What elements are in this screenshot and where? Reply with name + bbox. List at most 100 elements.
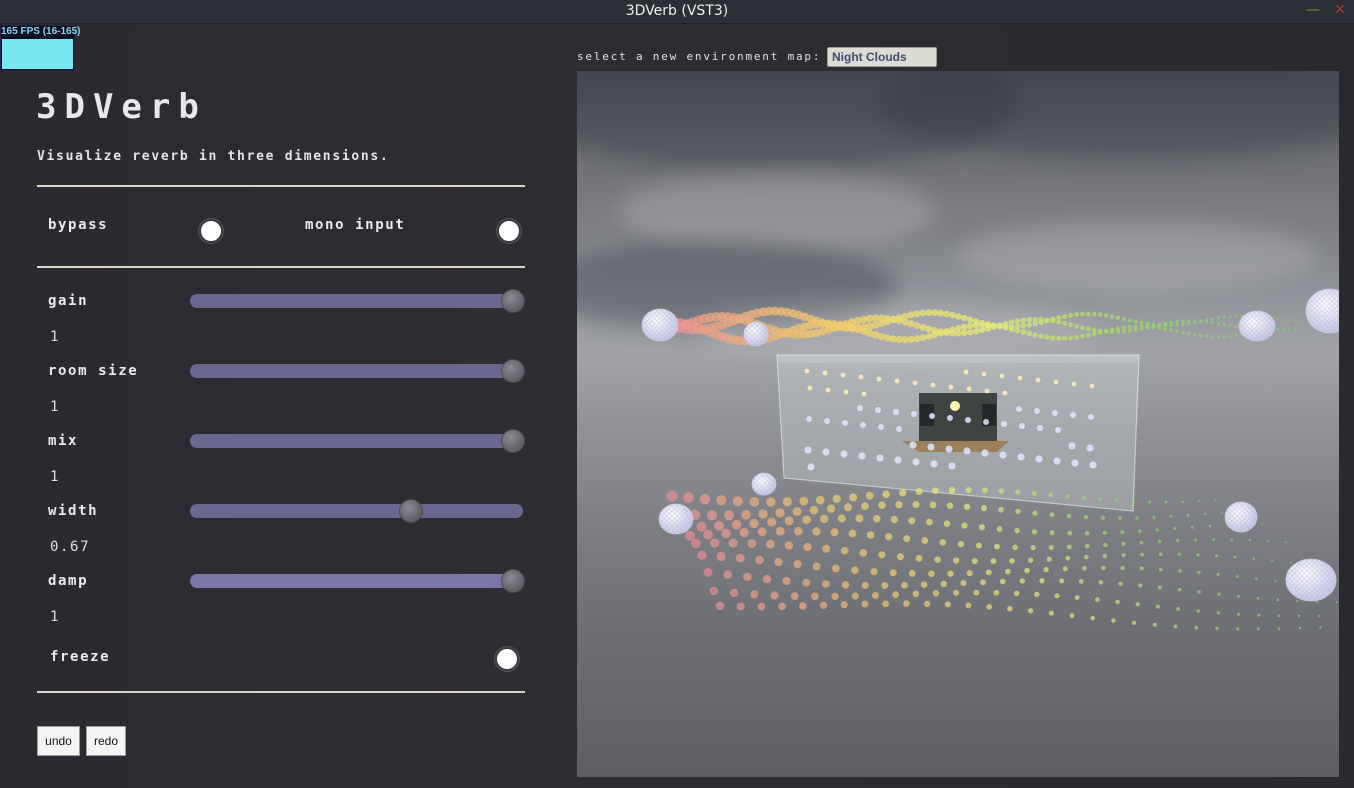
close-icon[interactable]: ✕ — [1334, 2, 1346, 18]
particle — [843, 503, 853, 512]
particle — [1114, 498, 1119, 503]
particle — [1053, 379, 1059, 385]
particle — [1152, 515, 1156, 520]
particle — [1121, 316, 1127, 322]
slider-thumb[interactable] — [501, 429, 525, 453]
particle — [1338, 614, 1339, 617]
particle — [860, 422, 866, 428]
redo-button[interactable]: redo — [86, 726, 126, 756]
particle — [1133, 324, 1138, 329]
particle — [724, 510, 734, 521]
particle — [1234, 314, 1238, 318]
particle — [1220, 511, 1224, 514]
particle — [706, 510, 718, 521]
mesh-sphere-wireframe — [744, 322, 768, 346]
particle — [1157, 539, 1162, 544]
particle — [1008, 319, 1015, 326]
particle — [957, 540, 965, 548]
particle — [857, 405, 863, 411]
slider-thumb[interactable] — [399, 499, 424, 523]
particle — [882, 490, 890, 498]
particle — [1163, 321, 1168, 326]
room-size-slider[interactable] — [190, 359, 525, 383]
particle — [1228, 324, 1232, 328]
particle — [1080, 325, 1085, 331]
particle — [1197, 590, 1201, 594]
particle — [1135, 602, 1140, 607]
particle — [851, 566, 859, 574]
particle — [1186, 513, 1190, 517]
particle — [876, 376, 882, 382]
particle — [1017, 375, 1023, 381]
particle — [858, 452, 866, 460]
particle — [1193, 333, 1197, 337]
slider-thumb[interactable] — [501, 569, 525, 593]
particle — [729, 588, 739, 598]
slider-thumb[interactable] — [501, 359, 525, 383]
particle — [1074, 323, 1080, 329]
width-slider[interactable] — [190, 499, 523, 523]
width-value: 0.67 — [50, 539, 91, 555]
particle — [1074, 334, 1080, 340]
particle — [1044, 334, 1050, 340]
particle — [1031, 490, 1037, 496]
particle — [790, 592, 799, 601]
particle — [961, 323, 968, 331]
slider-thumb[interactable] — [501, 289, 525, 313]
particle — [1163, 327, 1168, 331]
particle — [728, 538, 738, 548]
particle — [1228, 314, 1232, 318]
particle — [1115, 326, 1121, 331]
damp-slider[interactable] — [190, 569, 525, 593]
particle — [804, 368, 810, 374]
particle — [831, 592, 839, 601]
particle — [881, 582, 889, 590]
gain-slider[interactable] — [190, 289, 525, 313]
particle — [793, 560, 802, 569]
particle — [1133, 319, 1138, 324]
particle — [1135, 516, 1139, 520]
environment-map-select[interactable]: Night Clouds — [827, 47, 937, 67]
particle — [923, 600, 931, 607]
particle — [1319, 626, 1322, 629]
mesh-sphere-wireframe — [642, 309, 678, 341]
particle — [1121, 541, 1126, 546]
particle — [1074, 595, 1080, 600]
bypass-toggle[interactable] — [199, 219, 223, 243]
particle — [912, 458, 920, 466]
undo-button[interactable]: undo — [37, 726, 80, 756]
particle — [858, 374, 864, 380]
particle — [1131, 620, 1137, 625]
particle — [1002, 390, 1008, 396]
mono-input-toggle[interactable] — [497, 219, 521, 243]
3d-viewport[interactable] — [577, 71, 1339, 777]
particle — [1173, 624, 1178, 629]
mix-slider[interactable] — [190, 429, 525, 453]
particle — [892, 591, 899, 599]
particle — [1300, 326, 1303, 330]
particle — [841, 581, 850, 589]
particle — [927, 443, 935, 451]
particle — [1055, 427, 1061, 433]
freeze-toggle[interactable] — [495, 647, 519, 671]
room-model-light — [950, 401, 960, 411]
particle — [837, 514, 846, 523]
particle — [1235, 575, 1239, 579]
particle — [963, 369, 969, 375]
particle — [762, 574, 772, 584]
particle — [1109, 327, 1115, 332]
particle — [757, 602, 766, 611]
particle — [1155, 604, 1160, 609]
particle — [1274, 579, 1277, 583]
particle — [1214, 554, 1218, 558]
particle — [1085, 332, 1091, 338]
particle — [757, 527, 767, 537]
particle — [929, 413, 935, 419]
particle — [894, 456, 902, 464]
particle — [1164, 500, 1168, 504]
particle — [1048, 544, 1054, 551]
particle — [1139, 320, 1144, 325]
particle — [939, 539, 947, 546]
minimize-icon[interactable]: — — [1306, 2, 1320, 18]
particle — [921, 537, 929, 544]
